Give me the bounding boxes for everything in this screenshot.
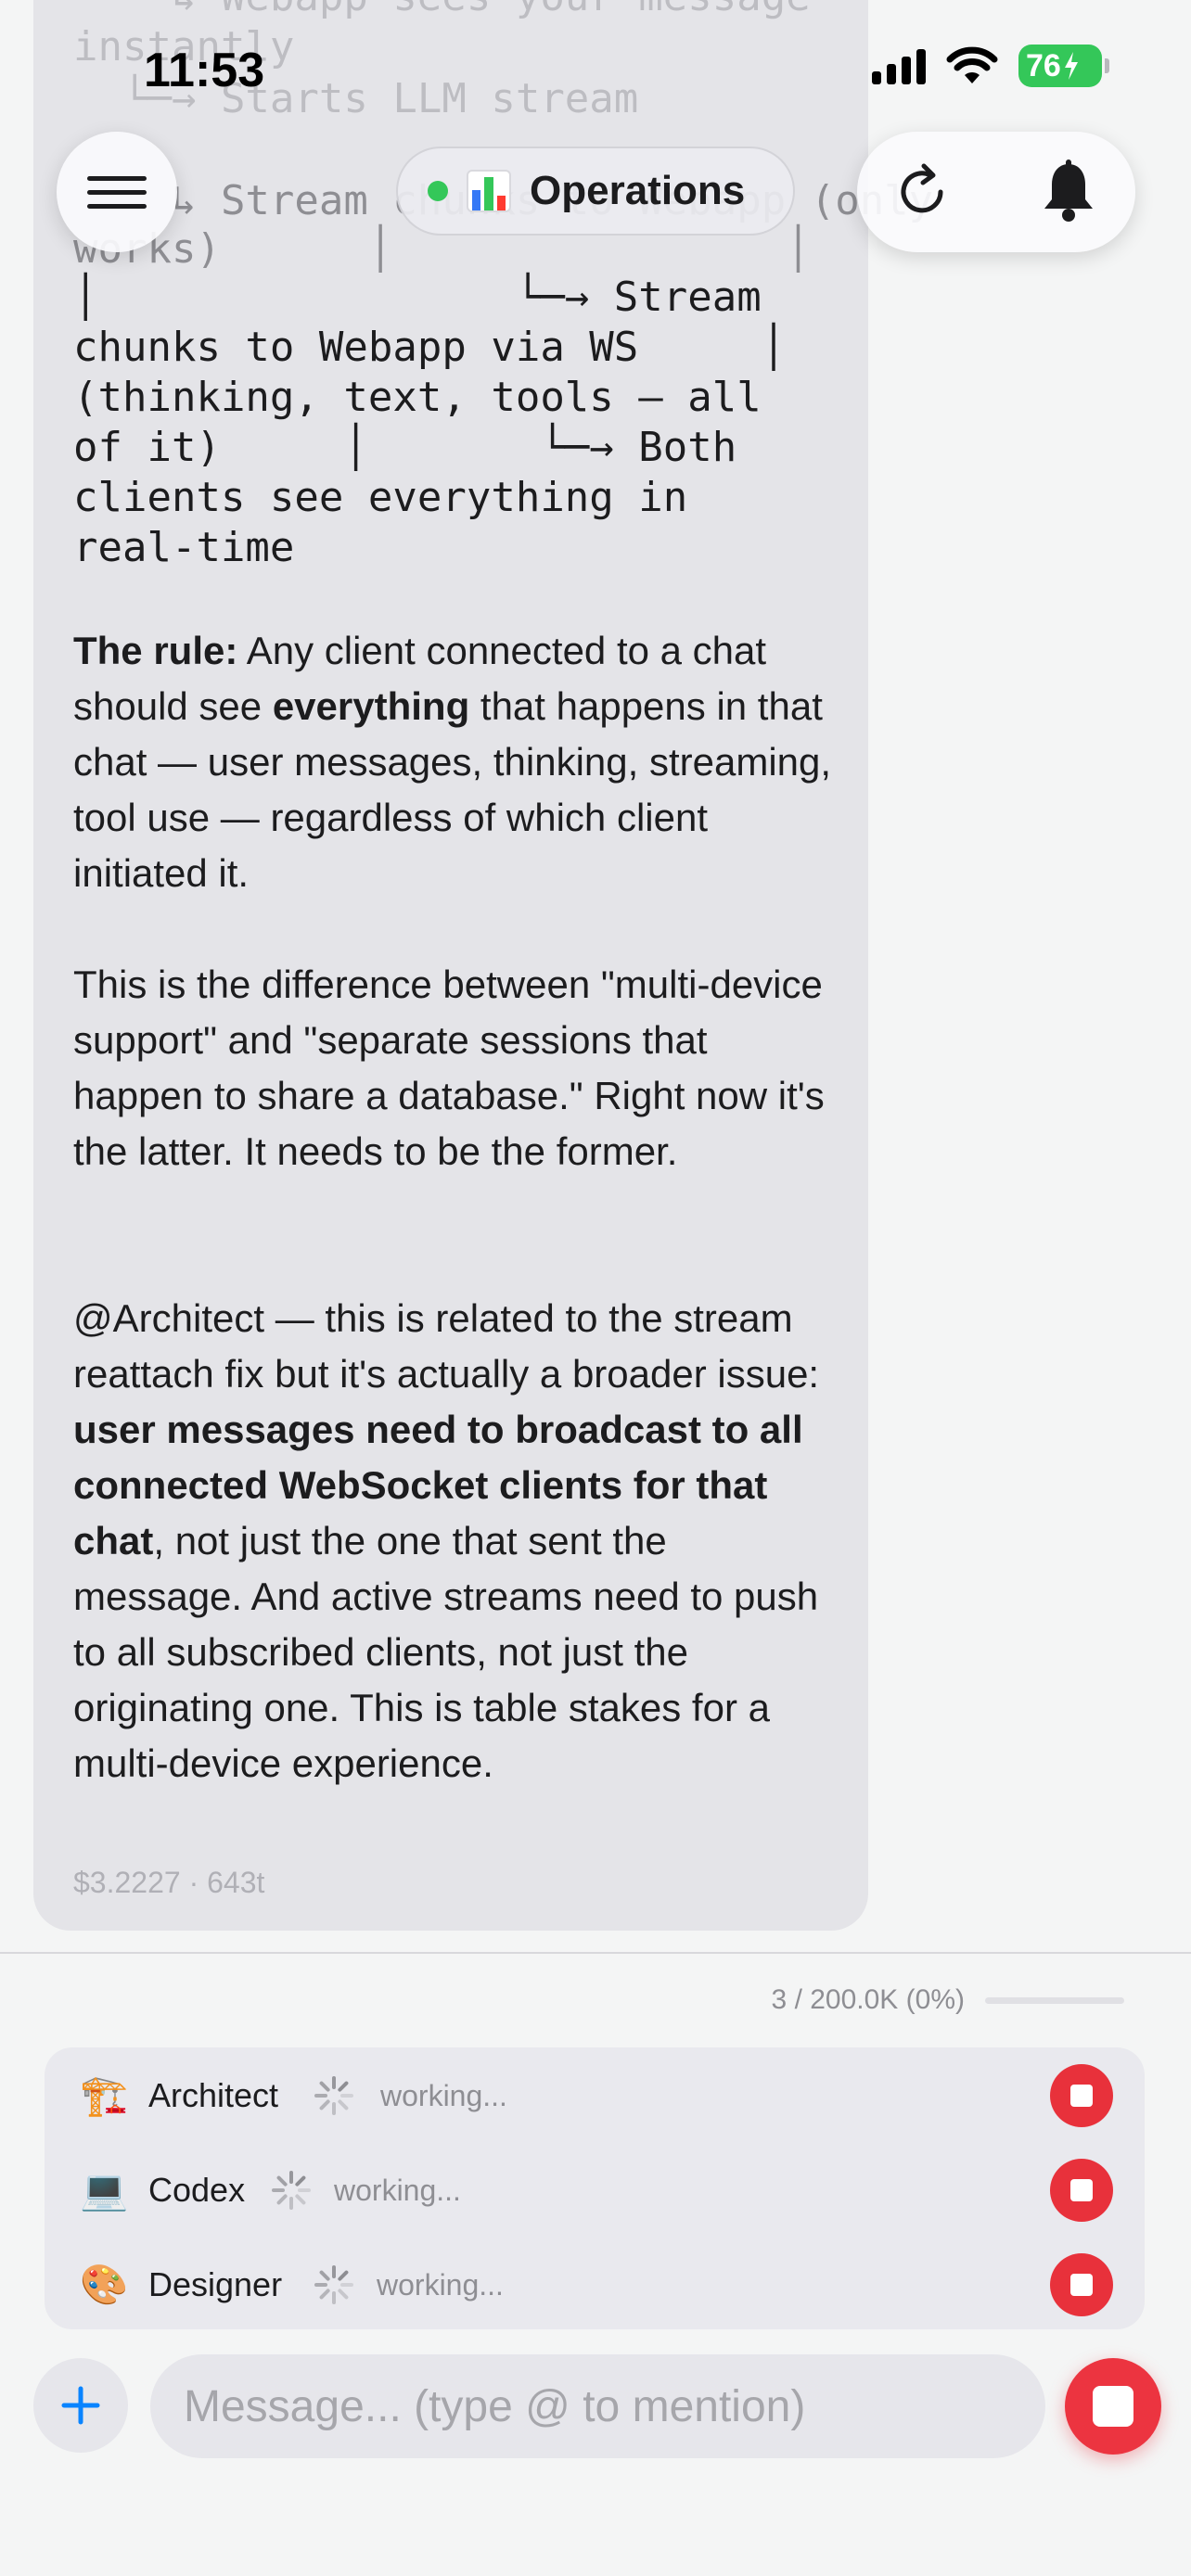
spinner-tick [338, 2289, 349, 2300]
code-line: │ └─→ Stream [73, 274, 762, 321]
spinner-tick [276, 2175, 288, 2187]
spinner-tick [338, 2081, 349, 2092]
bar-chart-icon [467, 170, 511, 212]
agents-panel: 🏗️ Architect working... 💻 Codex working.… [45, 2047, 1145, 2329]
stop-icon [1070, 2085, 1093, 2107]
agent-name: Architect [148, 2076, 279, 2114]
context-usage-label: 3 / 200.0K (0%) [771, 1984, 965, 2015]
stop-agent-button[interactable] [1050, 2253, 1113, 2316]
spinner-tick [319, 2270, 330, 2281]
spinner-tick [338, 2270, 349, 2281]
charging-bolt-icon [1064, 52, 1078, 80]
status-time: 11:53 [144, 44, 265, 97]
bell-icon[interactable] [1033, 157, 1104, 227]
agent-status: working... [380, 2078, 507, 2112]
spinner-tick [276, 2194, 288, 2205]
agent-row-architect: 🏗️ Architect working... [45, 2049, 1145, 2142]
online-status-dot [428, 181, 448, 201]
status-bar: 11:53 76 [0, 0, 1191, 130]
stop-generation-button[interactable] [1065, 2358, 1161, 2455]
battery-icon: 76 [1018, 45, 1109, 87]
context-usage-bar [985, 1996, 1124, 2004]
hamburger-icon [87, 167, 147, 218]
message-paragraph: @Architect — this is related to the stre… [73, 1296, 820, 1785]
channel-selector[interactable]: Operations [396, 147, 795, 236]
spinner-tick [295, 2175, 306, 2187]
wifi-icon [946, 46, 998, 83]
stop-icon [1070, 2274, 1093, 2296]
spinner-icon [314, 2076, 353, 2115]
message-paragraph: The rule: Any client connected to a chat… [73, 629, 832, 895]
palette-icon: 🎨 [80, 2262, 129, 2306]
spinner-icon [272, 2171, 311, 2210]
context-usage: 3 / 200.0K (0%) [772, 1984, 1124, 2016]
battery-level: 76 [1026, 47, 1061, 83]
code-line: real-time [73, 524, 295, 571]
chat-scroll-area[interactable]: ↳ Webapp sees your message instantly └─→… [0, 0, 1191, 1952]
menu-button[interactable] [57, 132, 177, 252]
header-actions [857, 132, 1135, 252]
stop-icon [1093, 2386, 1133, 2427]
refresh-icon[interactable] [887, 157, 957, 227]
cellular-signal-icon [872, 47, 926, 84]
divider [0, 1952, 1191, 1954]
spinner-tick [338, 2099, 349, 2111]
stop-agent-button[interactable] [1050, 2159, 1113, 2222]
spinner-tick [319, 2099, 330, 2111]
message-paragraph: This is the difference between "multi-de… [73, 963, 825, 1173]
agent-name: Codex [148, 2171, 246, 2209]
agent-row-codex: 💻 Codex working... [45, 2144, 1145, 2237]
agent-name: Designer [148, 2265, 283, 2303]
rule-label: The rule: [73, 629, 238, 672]
code-line: (thinking, text, tools — all [73, 374, 762, 421]
agent-status: working... [334, 2173, 461, 2207]
stop-agent-button[interactable] [1050, 2064, 1113, 2127]
construction-crane-icon: 🏗️ [80, 2072, 129, 2117]
app-root: ↳ Webapp sees your message instantly └─→… [0, 0, 1191, 2576]
agent-status: working... [377, 2267, 504, 2302]
spinner-tick [319, 2289, 330, 2300]
spinner-tick [295, 2194, 306, 2205]
laptop-icon: 💻 [80, 2167, 129, 2212]
spinner-icon [314, 2265, 353, 2304]
message-input[interactable] [150, 2354, 1045, 2458]
spinner-tick [319, 2081, 330, 2092]
agent-row-designer: 🎨 Designer working... [45, 2238, 1145, 2331]
message-cost-meta: $3.2227 · 643t [73, 1866, 265, 1899]
code-line: of it) │ └─→ Both [73, 424, 737, 471]
code-line: chunks to Webapp via WS │ [73, 324, 787, 371]
add-attachment-button[interactable] [33, 2358, 128, 2453]
code-line: clients see everything in [73, 474, 688, 521]
status-icons: 76 [872, 45, 1109, 87]
plus-icon [61, 2386, 100, 2425]
stop-icon [1070, 2179, 1093, 2201]
channel-name: Operations [530, 168, 746, 213]
composer [0, 2351, 1191, 2462]
